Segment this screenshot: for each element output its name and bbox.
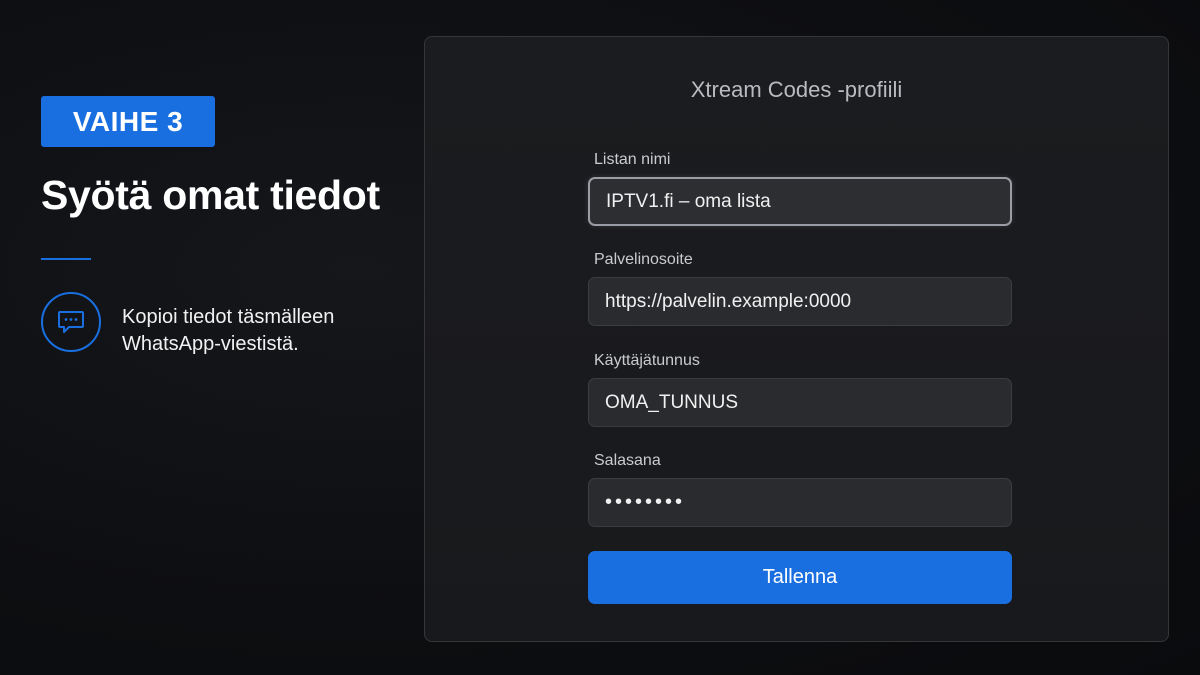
list-name-label: Listan nimi (594, 151, 671, 168)
tip-line-2: WhatsApp-viestistä. (122, 333, 299, 355)
save-button[interactable]: Tallenna (588, 551, 1012, 604)
password-label: Salasana (594, 452, 661, 469)
step-badge: VAIHE 3 (41, 96, 215, 147)
username-label: Käyttäjätunnus (594, 352, 700, 369)
username-input[interactable]: OMA_TUNNUS (588, 378, 1012, 427)
server-address-input[interactable]: https://palvelin.example:0000 (588, 277, 1012, 326)
page-title: Syötä omat tiedot (41, 172, 380, 218)
server-address-label: Palvelinosoite (594, 251, 693, 268)
chat-bubble-icon (41, 292, 101, 352)
tip-text: Kopioi tiedot täsmälleen WhatsApp-viesti… (122, 304, 392, 358)
tip-line-1: Kopioi tiedot täsmälleen (122, 306, 335, 328)
accent-divider (41, 258, 91, 260)
form-title: Xtream Codes -profiili (690, 77, 903, 102)
password-input[interactable]: •••••••• (588, 478, 1012, 527)
profile-form-panel: Xtream Codes -profiili Listan nimi IPTV1… (424, 36, 1169, 642)
list-name-input[interactable]: IPTV1.fi – oma lista (588, 177, 1012, 226)
